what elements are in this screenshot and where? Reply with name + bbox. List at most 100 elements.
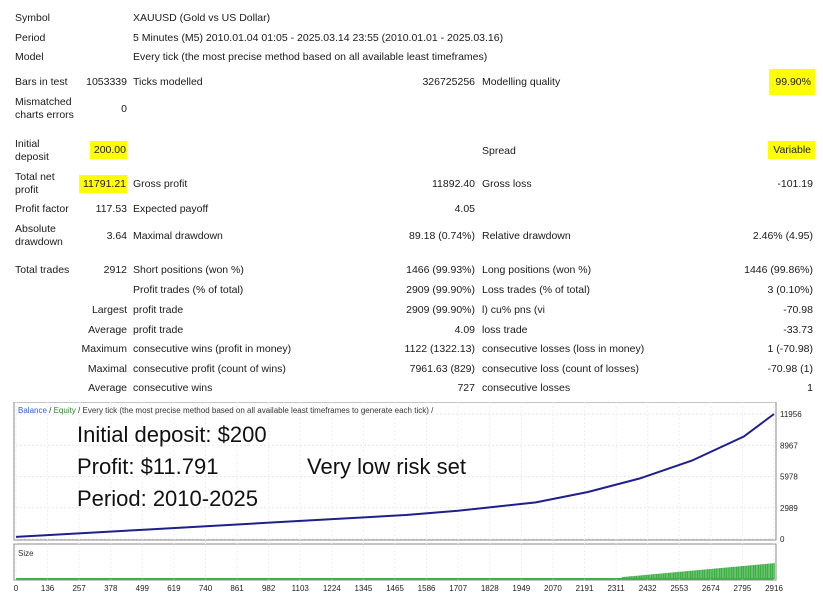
volume-bar	[679, 571, 682, 579]
payoff-label: Expected payoff	[133, 203, 209, 215]
volume-bar	[717, 568, 719, 579]
period-label: Period	[15, 32, 46, 44]
volume-bar	[771, 563, 774, 579]
volume-bar	[751, 565, 753, 579]
volume-bar	[705, 569, 707, 579]
y-tick-label: 5978	[780, 473, 798, 482]
pf-value: 117.53	[95, 203, 127, 215]
volume-bar	[722, 567, 724, 579]
volume-bar	[713, 568, 716, 579]
y-tick-label: 11956	[780, 410, 802, 419]
x-tick-label: 1345	[355, 584, 373, 593]
spread-value: Variable	[768, 141, 815, 159]
long-label: Long positions (won %)	[482, 264, 592, 276]
largest-label: Largest	[91, 304, 127, 316]
profit-trades-label: Profit trades (% of total)	[133, 284, 244, 296]
avg-losses-value: 1	[807, 382, 813, 394]
x-tick-label: 1465	[386, 584, 404, 593]
volume-bar	[752, 565, 755, 579]
volume-bar	[741, 566, 743, 579]
x-tick-label: 136	[41, 584, 55, 593]
period-value: 5 Minutes (M5) 2010.01.04 01:05 - 2025.0…	[133, 32, 504, 44]
x-tick-label: 1828	[481, 584, 499, 593]
quality-label: Modelling quality	[482, 76, 561, 88]
absdd-label-1: Absolute	[15, 223, 56, 235]
volume-bar	[742, 565, 745, 579]
volume-bar	[684, 571, 687, 579]
avg-profit-label: profit trade	[133, 324, 184, 336]
largest-profit-value: 2909 (99.90%)	[406, 304, 475, 316]
volume-bar	[758, 564, 760, 579]
x-tick-label: 2916	[765, 584, 783, 593]
volume-bar	[732, 566, 734, 579]
overlay-period: Period: 2010-2025	[77, 486, 259, 511]
avg-loss-label: loss trade	[482, 324, 528, 336]
overlay-profit: Profit: $11.791	[77, 454, 219, 479]
volume-bar	[724, 567, 726, 579]
trades-label: Total trades	[15, 264, 70, 276]
deposit-label-1: Initial	[15, 138, 40, 150]
payoff-value: 4.05	[454, 203, 475, 215]
x-tick-label: 2795	[734, 584, 752, 593]
volume-bar	[676, 572, 678, 579]
volume-bar	[739, 566, 741, 579]
volume-bar	[734, 566, 736, 579]
x-tick-label: 1586	[418, 584, 436, 593]
volume-bar	[725, 567, 728, 579]
x-tick-label: 619	[167, 584, 181, 593]
max-wins-value: 1122 (1322.13)	[404, 343, 475, 355]
maxdd-label: Maximal drawdown	[133, 230, 223, 242]
mismatch-value: 0	[121, 103, 127, 115]
ticks-label: Ticks modelled	[133, 76, 203, 88]
volume-bar	[754, 564, 757, 579]
volume-bar	[761, 564, 763, 579]
x-tick-label: 2674	[702, 584, 720, 593]
volume-bar	[747, 565, 750, 579]
y-tick-label: 2989	[780, 504, 798, 513]
max-wins-label: consecutive wins (profit in money)	[133, 343, 292, 355]
mismatch-label-1: Mismatched	[15, 96, 72, 108]
y-tick-label: 0	[780, 535, 785, 544]
volume-bar	[766, 563, 768, 579]
avg-loss-value: -33.73	[783, 324, 813, 336]
spread-label: Spread	[482, 145, 516, 157]
loss-trades-label: Loss trades (% of total)	[482, 284, 590, 296]
quality-value: 99.90%	[769, 69, 815, 95]
volume-bar	[735, 566, 738, 579]
volume-bar	[688, 570, 690, 579]
avg-wins-label: consecutive wins	[133, 382, 213, 394]
volume-bar	[690, 570, 692, 579]
netprofit-label-2: profit	[15, 184, 39, 196]
size-label: Size	[18, 549, 34, 558]
volume-bar	[720, 567, 723, 579]
volume-bar	[698, 570, 700, 579]
x-tick-label: 1707	[449, 584, 467, 593]
volume-bar	[693, 570, 695, 579]
volume-bar	[768, 563, 770, 579]
gross-profit-label: Gross profit	[133, 178, 188, 190]
volume-bar	[737, 566, 740, 579]
volume-bar	[749, 565, 751, 579]
average-label: Average	[88, 324, 127, 336]
avg-profit-value: 4.09	[454, 324, 475, 336]
volume-bar	[729, 567, 731, 579]
volume-bar	[686, 571, 689, 579]
volume-baseline	[16, 578, 774, 580]
x-tick-label: 2553	[670, 584, 688, 593]
volume-bar	[708, 569, 711, 579]
gross-profit-value: 11892.40	[431, 178, 475, 190]
maximal-profit-label: consecutive profit (count of wins)	[133, 363, 286, 375]
chart-legend: Balance / Equity / Every tick (the most …	[18, 406, 434, 415]
x-tick-label: 1949	[512, 584, 530, 593]
volume-bar	[674, 572, 677, 579]
volume-bar	[715, 568, 717, 579]
largest-loss-label: l) cu% pns (vi	[482, 304, 546, 316]
x-tick-label: 982	[262, 584, 276, 593]
mismatch-label-2: charts errors	[15, 109, 74, 121]
deposit-value: 200.00	[89, 141, 127, 159]
y-tick-label: 8967	[780, 441, 798, 450]
short-value: 1466 (99.93%)	[406, 264, 475, 276]
volume-bar	[700, 569, 702, 579]
volume-bar	[759, 564, 762, 579]
absdd-label-2: drawdown	[15, 236, 63, 248]
